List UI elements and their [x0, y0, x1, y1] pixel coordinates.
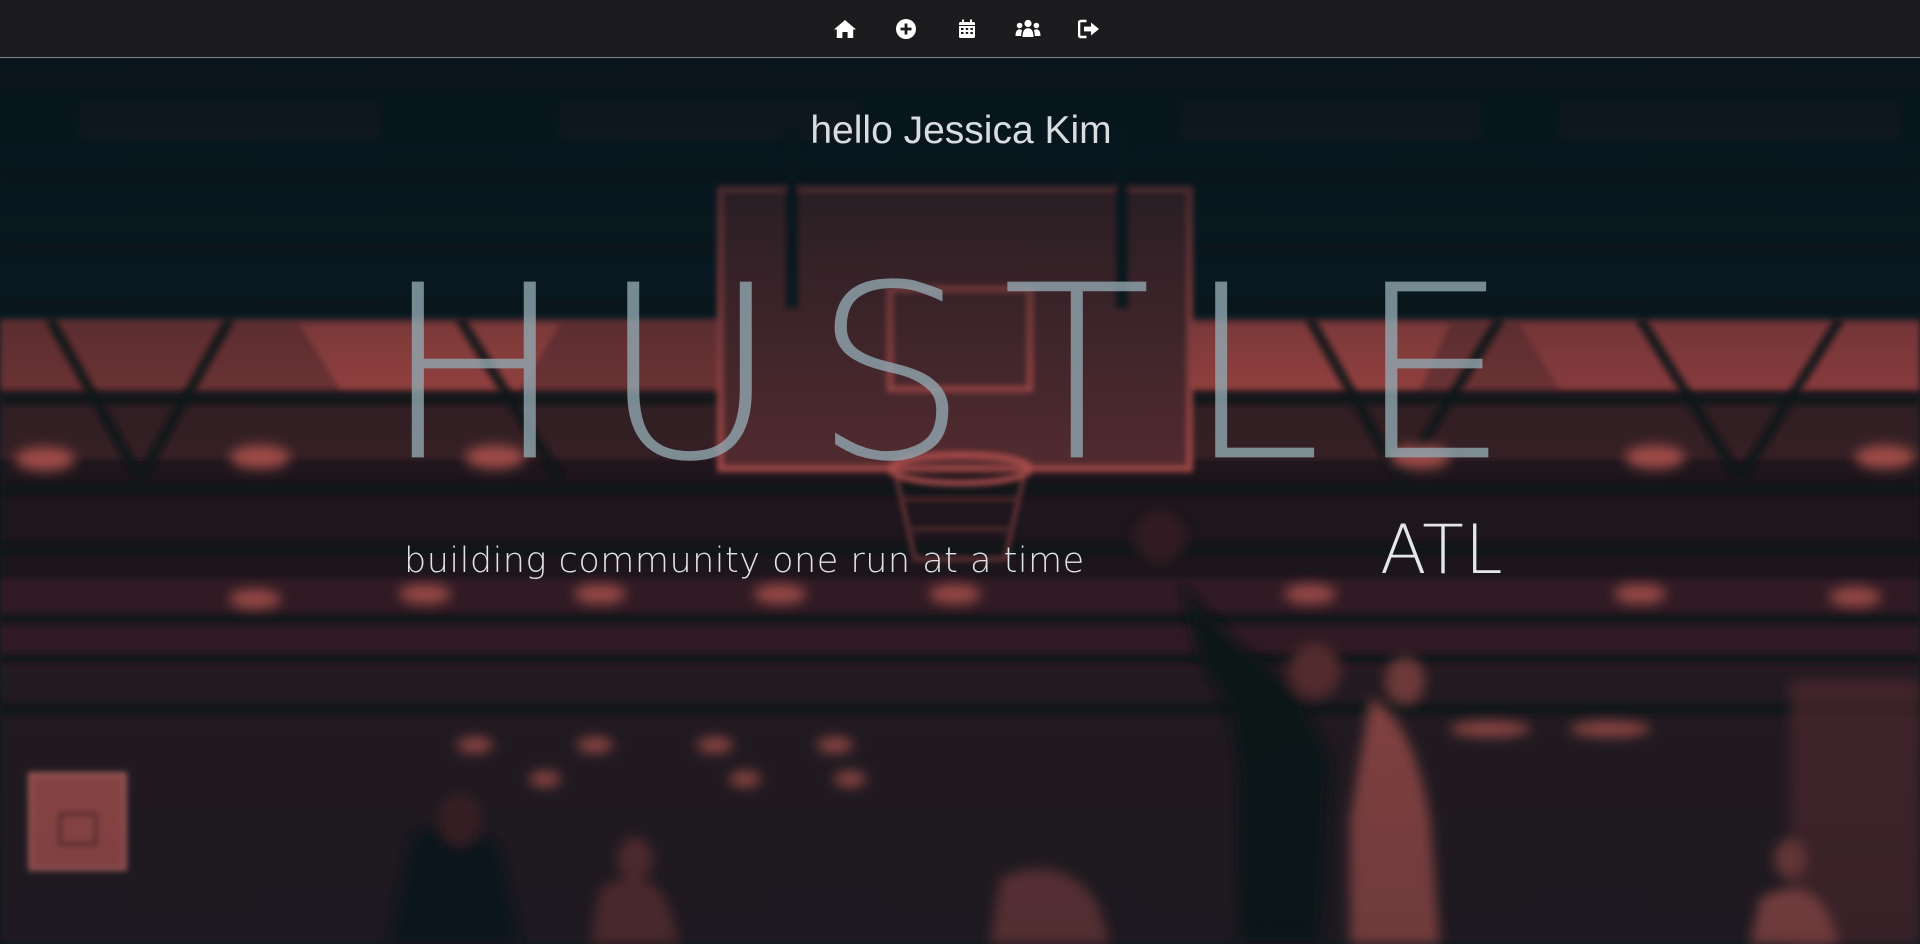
calendar-icon	[958, 19, 975, 38]
top-navbar	[0, 0, 1920, 58]
hero-title: HUSTLE	[382, 233, 1544, 515]
home-icon	[833, 20, 856, 38]
hero-city: ATL	[1380, 511, 1504, 590]
nav-add-button[interactable]	[875, 14, 936, 44]
nav-icons	[814, 14, 1119, 44]
greeting-text: hello Jessica Kim	[810, 109, 1112, 152]
nav-users-button[interactable]	[997, 14, 1058, 44]
hero-section: hello Jessica Kim HUSTLE ATL building co…	[0, 59, 1920, 944]
plus-circle-icon	[895, 19, 916, 39]
users-icon	[1015, 19, 1040, 37]
sign-out-icon	[1077, 19, 1099, 39]
hero-tagline: building community one run at a time	[404, 541, 1085, 581]
nav-home-button[interactable]	[814, 14, 875, 44]
nav-signout-button[interactable]	[1058, 14, 1119, 44]
nav-calendar-button[interactable]	[936, 14, 997, 44]
